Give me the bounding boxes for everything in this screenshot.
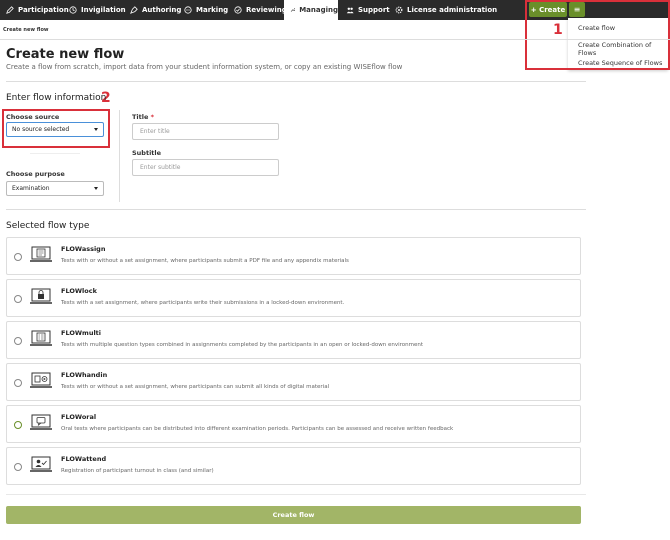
flow-title-flowattend: FLOWattend: [61, 455, 107, 463]
subtitle-label: Subtitle: [132, 149, 162, 157]
flow-card-flowhandin[interactable]: FLOWhandin Tests with or without a set a…: [6, 363, 581, 401]
radio-flowmulti[interactable]: [14, 337, 22, 345]
header-divider: [6, 81, 586, 82]
breadcrumb: Create new flow: [3, 27, 49, 33]
form-column-divider: [119, 110, 120, 202]
page-subtitle: Create a flow from scratch, import data …: [6, 63, 403, 71]
chevron-down-icon: [94, 187, 98, 190]
nav-managing[interactable]: Managing: [284, 0, 338, 20]
nav-authoring-label: Authoring: [142, 6, 182, 14]
section-divider: [6, 209, 586, 210]
chat-icon: [184, 6, 192, 14]
flow-desc-flowmulti: Tests with multiple question types combi…: [61, 342, 423, 348]
nav-reviewing-label: Reviewing: [246, 6, 287, 14]
purpose-select[interactable]: Examination: [6, 181, 104, 196]
flow-card-flowmulti[interactable]: FLOWmulti Tests with multiple question t…: [6, 321, 581, 359]
flow-card-floworal[interactable]: FLOWoral Oral tests where participants c…: [6, 405, 581, 443]
required-marker: *: [150, 113, 155, 121]
source-divider: [30, 153, 80, 154]
flow-desc-flowattend: Registration of participant turnout in c…: [61, 468, 214, 474]
breadcrumb-bar: [0, 20, 670, 40]
purpose-select-value: Examination: [12, 185, 50, 192]
clock-icon: [69, 6, 77, 14]
nav-support-label: Support: [358, 6, 390, 14]
flow-title-flowhandin: FLOWhandin: [61, 371, 108, 379]
subtitle-input[interactable]: Enter subtitle: [132, 159, 279, 176]
laptop-lock-icon: [30, 288, 52, 304]
source-label: Choose source: [6, 113, 60, 121]
pen-icon: [130, 6, 138, 14]
page-title: Create new flow: [6, 47, 125, 62]
nav-invigilation-label: Invigilation: [81, 6, 126, 14]
flow-card-flowlock[interactable]: FLOWlock Tests with a set assignment, wh…: [6, 279, 581, 317]
title-label: Title *: [132, 113, 154, 121]
radio-flowhandin[interactable]: [14, 379, 22, 387]
nav-authoring[interactable]: Authoring: [124, 0, 181, 20]
flow-desc-flowlock: Tests with a set assignment, where parti…: [61, 300, 345, 306]
gear-icon: [395, 6, 403, 14]
title-label-text: Title: [132, 113, 149, 121]
flow-title-flowmulti: FLOWmulti: [61, 329, 102, 337]
purpose-label: Choose purpose: [6, 170, 65, 178]
flow-desc-flowassign: Tests with or without a set assignment, …: [61, 258, 349, 264]
pencil-icon: [6, 6, 14, 14]
flow-type-heading: Selected flow type: [6, 221, 90, 231]
review-icon: [234, 6, 242, 14]
nav-participation-label: Participation: [18, 6, 69, 14]
title-input[interactable]: Enter title: [132, 123, 279, 140]
nav-reviewing[interactable]: Reviewing: [228, 0, 287, 20]
laptop-checklist-icon: [30, 330, 52, 346]
flow-info-heading: Enter flow information: [6, 93, 107, 103]
source-select[interactable]: No source selected: [6, 122, 104, 137]
nav-license-administration-label: License administration: [407, 6, 498, 14]
chevron-down-icon: [94, 128, 98, 131]
wrench-icon: [290, 8, 296, 12]
flow-desc-floworal: Oral tests where participants can be dis…: [61, 426, 454, 432]
nav-license-administration[interactable]: License administration: [389, 0, 497, 20]
flow-title-floworal: FLOWoral: [61, 413, 97, 421]
radio-flowattend[interactable]: [14, 463, 22, 471]
laptop-media-icon: [30, 372, 52, 388]
radio-floworal[interactable]: [14, 421, 22, 429]
flow-card-flowassign[interactable]: FLOWassign Tests with or without a set a…: [6, 237, 581, 275]
radio-flowlock[interactable]: [14, 295, 22, 303]
nav-participation[interactable]: Participation: [0, 0, 69, 20]
nav-marking-label: Marking: [196, 6, 229, 14]
footer-divider: [6, 494, 586, 495]
nav-marking[interactable]: Marking: [178, 0, 228, 20]
flow-desc-flowhandin: Tests with or without a set assignment, …: [61, 384, 330, 390]
nav-invigilation[interactable]: Invigilation: [63, 0, 126, 20]
radio-flowassign[interactable]: [14, 253, 22, 261]
create-flow-button[interactable]: Create flow: [6, 506, 581, 524]
laptop-speech-icon: [30, 414, 52, 430]
flow-title-flowassign: FLOWassign: [61, 245, 106, 253]
laptop-document-icon: [30, 246, 52, 262]
people-icon: [346, 7, 354, 14]
flow-card-flowattend[interactable]: FLOWattend Registration of participant t…: [6, 447, 581, 485]
laptop-attendance-icon: [30, 456, 52, 472]
source-select-value: No source selected: [12, 126, 70, 133]
nav-support[interactable]: Support: [340, 0, 390, 20]
nav-managing-label: Managing: [299, 6, 338, 14]
flow-title-flowlock: FLOWlock: [61, 287, 97, 295]
